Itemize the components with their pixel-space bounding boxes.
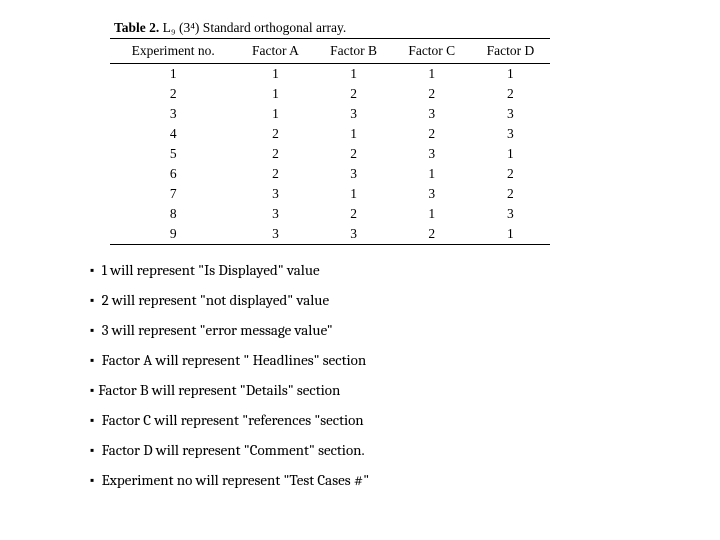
legend-notes: ▪ 1 will represent "Is Displayed" value▪… (90, 260, 630, 491)
table-cell: 2 (393, 84, 471, 104)
table-cell: 1 (236, 64, 314, 85)
bullet-icon: ▪ (90, 322, 94, 339)
table-cell: 1 (236, 104, 314, 124)
legend-text: 1 will represent "Is Displayed" value (98, 261, 319, 279)
table-row: 31333 (110, 104, 550, 124)
table-cell: 1 (315, 124, 393, 144)
table-cell: 1 (236, 84, 314, 104)
legend-line: ▪ 2 will represent "not displayed" value (90, 290, 630, 311)
col-header: Factor D (471, 39, 550, 64)
table-cell: 1 (471, 64, 550, 85)
legend-line: ▪ 3 will represent "error message value" (90, 320, 630, 341)
table-row: 52231 (110, 144, 550, 164)
legend-line: ▪ 1 will represent "Is Displayed" value (90, 260, 630, 281)
legend-line: ▪ Factor C will represent "references "s… (90, 410, 630, 431)
table-cell: 3 (236, 204, 314, 224)
table-cell: 3 (236, 184, 314, 204)
table-cell: 1 (393, 64, 471, 85)
table-cell: 3 (393, 184, 471, 204)
table-caption-rest: L₉ (3⁴) Standard orthogonal array. (159, 20, 346, 35)
col-header: Factor C (393, 39, 471, 64)
table-cell: 3 (315, 224, 393, 245)
table-cell: 2 (471, 184, 550, 204)
table-cell: 2 (393, 124, 471, 144)
legend-line: ▪ Experiment no will represent "Test Cas… (90, 470, 630, 491)
legend-line: ▪ Factor A will represent " Headlines" s… (90, 350, 630, 371)
table-cell: 5 (110, 144, 236, 164)
table-cell: 9 (110, 224, 236, 245)
table-cell: 3 (315, 104, 393, 124)
table-cell: 7 (110, 184, 236, 204)
table-cell: 3 (315, 164, 393, 184)
bullet-icon: ▪ (90, 292, 94, 309)
legend-text: Experiment no will represent "Test Cases… (98, 471, 369, 489)
table-cell: 8 (110, 204, 236, 224)
table-row: 73132 (110, 184, 550, 204)
bullet-icon: ▪ (90, 262, 94, 279)
table-cell: 1 (471, 144, 550, 164)
table-row: 42123 (110, 124, 550, 144)
table-cell: 1 (471, 224, 550, 245)
col-header: Factor A (236, 39, 314, 64)
bullet-icon: ▪ (90, 382, 94, 399)
col-header: Experiment no. (110, 39, 236, 64)
orthogonal-table-block: Table 2. L₉ (3⁴) Standard orthogonal arr… (110, 20, 550, 245)
legend-text: Factor D will represent "Comment" sectio… (98, 441, 364, 459)
table-cell: 3 (110, 104, 236, 124)
table-cell: 3 (471, 104, 550, 124)
legend-text: Factor C will represent "references "sec… (98, 411, 363, 429)
table-row: 93321 (110, 224, 550, 245)
legend-text: Factor B will represent "Details" sectio… (98, 381, 340, 399)
orthogonal-array-table: Experiment no. Factor A Factor B Factor … (110, 38, 550, 245)
table-cell: 2 (315, 144, 393, 164)
table-cell: 2 (471, 164, 550, 184)
table-cell: 2 (315, 204, 393, 224)
table-header-row: Experiment no. Factor A Factor B Factor … (110, 39, 550, 64)
table-cell: 2 (236, 144, 314, 164)
table-cell: 2 (393, 224, 471, 245)
table-row: 11111 (110, 64, 550, 85)
table-cell: 1 (110, 64, 236, 85)
legend-text: 3 will represent "error message value" (98, 321, 332, 339)
col-header: Factor B (315, 39, 393, 64)
table-cell: 3 (236, 224, 314, 245)
bullet-icon: ▪ (90, 442, 94, 459)
table-cell: 2 (471, 84, 550, 104)
table-cell: 3 (393, 104, 471, 124)
table-cell: 1 (315, 184, 393, 204)
table-row: 62312 (110, 164, 550, 184)
legend-text: 2 will represent "not displayed" value (98, 291, 329, 309)
table-cell: 1 (393, 204, 471, 224)
table-cell: 3 (471, 124, 550, 144)
table-caption: Table 2. L₉ (3⁴) Standard orthogonal arr… (110, 20, 550, 36)
table-cell: 2 (110, 84, 236, 104)
table-cell: 1 (315, 64, 393, 85)
table-row: 21222 (110, 84, 550, 104)
table-row: 83213 (110, 204, 550, 224)
table-cell: 2 (315, 84, 393, 104)
legend-text: Factor A will represent " Headlines" sec… (98, 351, 366, 369)
table-cell: 1 (393, 164, 471, 184)
bullet-icon: ▪ (90, 412, 94, 429)
table-cell: 2 (236, 124, 314, 144)
bullet-icon: ▪ (90, 472, 94, 489)
bullet-icon: ▪ (90, 352, 94, 369)
table-cell: 4 (110, 124, 236, 144)
table-cell: 3 (393, 144, 471, 164)
table-cell: 2 (236, 164, 314, 184)
table-caption-bold: Table 2. (114, 20, 159, 35)
table-cell: 6 (110, 164, 236, 184)
legend-line: ▪ Factor D will represent "Comment" sect… (90, 440, 630, 461)
table-cell: 3 (471, 204, 550, 224)
legend-line: ▪Factor B will represent "Details" secti… (90, 380, 630, 401)
